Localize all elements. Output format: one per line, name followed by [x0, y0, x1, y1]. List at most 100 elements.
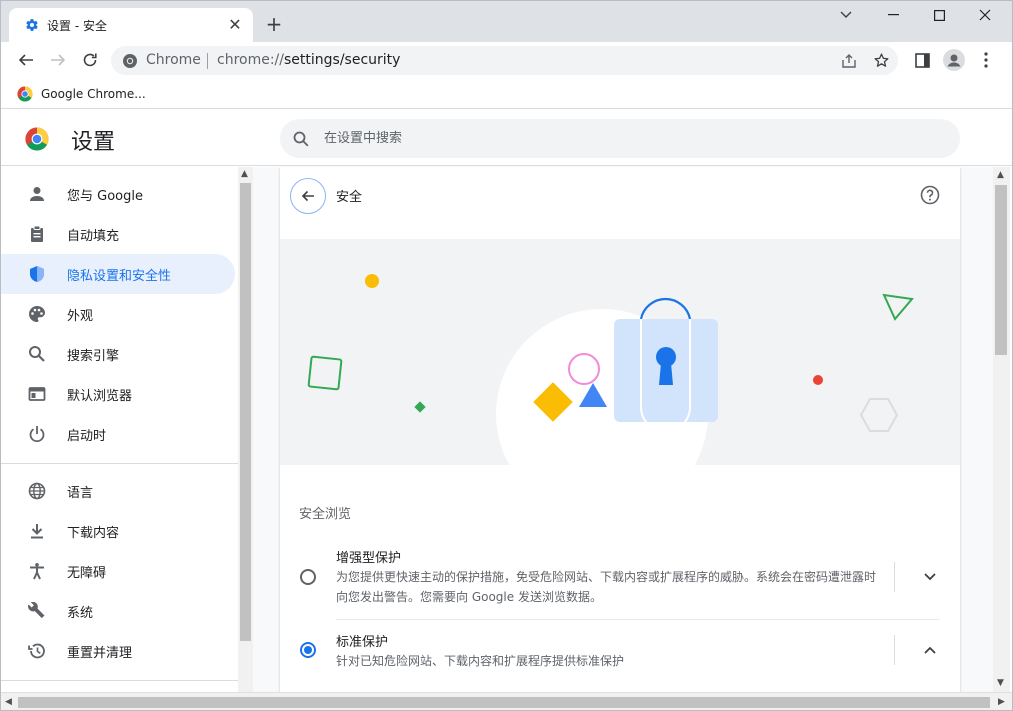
- sidebar-item-downloads[interactable]: 下载内容: [1, 511, 235, 551]
- scroll-down-icon[interactable]: ▼: [997, 678, 1004, 688]
- sidebar-item-accessibility[interactable]: 无障碍: [1, 551, 235, 591]
- sidebar-item-label: 语言: [67, 486, 94, 501]
- bookmark-item[interactable]: Google Chrome...: [17, 83, 146, 105]
- wrench-icon: [27, 601, 47, 621]
- horizontal-scrollbar[interactable]: ◀ ▶: [1, 692, 1012, 710]
- search-input[interactable]: [324, 119, 924, 158]
- collapse-tabs-button[interactable]: [823, 1, 869, 29]
- back-to-privacy-button[interactable]: [290, 178, 326, 214]
- shield-icon: [27, 264, 47, 284]
- expand-enhanced-button[interactable]: [918, 565, 942, 589]
- reload-icon: [83, 53, 97, 67]
- sidebar-item-label: 搜索引擎: [67, 349, 120, 364]
- toolbar: Chrome chrome://settings/security: [1, 42, 1012, 78]
- sidebar-item-label: 默认浏览器: [67, 389, 133, 404]
- tab-settings-security[interactable]: 设置 - 安全 ✕: [9, 8, 253, 42]
- scroll-left-icon[interactable]: ◀: [5, 697, 12, 707]
- option-separator: [894, 635, 895, 665]
- scroll-right-icon[interactable]: ▶: [998, 697, 1005, 707]
- more-vert-icon: [984, 52, 988, 68]
- forward-button[interactable]: [44, 46, 72, 74]
- bookmarks-bar: Google Chrome...: [1, 78, 1012, 109]
- accessibility-icon: [27, 561, 47, 581]
- sidebar-item-default-browser[interactable]: 默认浏览器: [1, 374, 235, 414]
- scroll-up-icon[interactable]: ▲: [241, 169, 248, 179]
- side-panel-button[interactable]: [908, 46, 936, 74]
- clipboard-icon: [27, 224, 47, 244]
- radio-standard[interactable]: [300, 642, 316, 658]
- globe-icon: [27, 481, 47, 501]
- omnibox-separator: [207, 53, 208, 69]
- sidebar-divider: [1, 680, 238, 681]
- settings-search[interactable]: [280, 119, 960, 158]
- collapse-standard-button[interactable]: [918, 638, 942, 662]
- sidebar-item-label: 下载内容: [67, 526, 120, 541]
- url-path: settings/security: [284, 52, 401, 68]
- sidebar-item-label: 隐私设置和安全性: [67, 269, 172, 284]
- option-title: 增强型保护: [336, 551, 402, 566]
- browser-icon: [27, 384, 47, 404]
- arrow-left-icon: [18, 54, 33, 66]
- maximize-button[interactable]: [916, 1, 962, 29]
- option-description: 为您提供更快速主动的保护措施，免受危险网站、下载内容或扩展程序的威胁。系统会在密…: [336, 570, 877, 604]
- option-title: 标准保护: [336, 635, 389, 650]
- arrow-left-icon: [301, 190, 314, 202]
- sidebar-item-appearance[interactable]: 外观: [1, 294, 235, 334]
- option-separator: [894, 562, 895, 592]
- sidebar-item-reset-cleanup[interactable]: 重置并清理: [1, 631, 235, 671]
- person-icon: [27, 184, 47, 204]
- sidebar-item-on-startup[interactable]: 启动时: [1, 414, 235, 454]
- sidebar-scrollbar-thumb[interactable]: [240, 183, 251, 641]
- sidebar-scrollbar[interactable]: ▲: [238, 167, 253, 692]
- sidebar: 您与 Google 自动填充 隐私设置和安全性 外观 搜索引擎 默认浏览器 启动…: [1, 167, 238, 692]
- sidebar-item-label: 外观: [67, 309, 94, 324]
- sidebar-item-system[interactable]: 系统: [1, 591, 235, 631]
- star-icon[interactable]: [873, 52, 890, 69]
- close-window-button[interactable]: [962, 1, 1008, 29]
- menu-button[interactable]: [972, 46, 1000, 74]
- radio-enhanced[interactable]: [300, 569, 316, 585]
- url-text: chrome://settings/security: [217, 52, 400, 68]
- gear-icon: [26, 19, 38, 31]
- sidebar-item-label: 重置并清理: [67, 646, 133, 661]
- page-title: 设置: [71, 130, 116, 155]
- tab-close-icon[interactable]: ✕: [225, 15, 245, 35]
- scroll-up-icon[interactable]: ▲: [997, 170, 1004, 180]
- option-description: 针对已知危险网站、下载内容和扩展程序提供标准保护: [336, 654, 625, 668]
- option-divider: [336, 619, 940, 620]
- option-standard-protection[interactable]: 标准保护 针对已知危险网站、下载内容和扩展程序提供标准保护: [280, 623, 960, 683]
- help-icon[interactable]: [920, 185, 940, 205]
- maximize-icon: [933, 9, 945, 21]
- back-button[interactable]: [12, 46, 40, 74]
- sidebar-item-label: 系统: [67, 606, 94, 621]
- sidebar-item-search-engine[interactable]: 搜索引擎: [1, 334, 235, 374]
- side-panel-icon: [914, 52, 930, 68]
- new-tab-button[interactable]: +: [263, 13, 285, 35]
- sidebar-item-label: 您与 Google: [67, 189, 143, 204]
- sidebar-item-you-and-google[interactable]: 您与 Google: [1, 174, 235, 214]
- sidebar-item-privacy-security[interactable]: 隐私设置和安全性: [1, 254, 235, 294]
- settings-header: 设置: [1, 110, 1012, 166]
- close-icon: [979, 9, 991, 21]
- share-icon[interactable]: [841, 53, 857, 69]
- chrome-logo-icon: [25, 127, 49, 151]
- sidebar-item-label: 启动时: [67, 429, 107, 444]
- profile-button[interactable]: [940, 46, 968, 74]
- option-enhanced-protection[interactable]: 增强型保护 为您提供更快速主动的保护措施，免受危险网站、下载内容或扩展程序的威胁…: [280, 539, 960, 619]
- minimize-button[interactable]: [870, 1, 916, 29]
- main-scrollbar[interactable]: ▲ ▼: [993, 167, 1010, 692]
- chevron-up-icon: [924, 646, 936, 654]
- section-title: 安全浏览: [299, 507, 352, 522]
- download-icon: [27, 521, 47, 541]
- horizontal-scrollbar-thumb[interactable]: [18, 697, 990, 708]
- address-bar[interactable]: Chrome chrome://settings/security: [111, 46, 898, 75]
- security-card: 安全 安全浏览 增强型保护 为您提供更快速主动的保护措施，免受危险网站、下载内容…: [280, 167, 960, 692]
- reload-button[interactable]: [76, 46, 104, 74]
- url-scheme: chrome://: [217, 52, 284, 68]
- chevron-down-icon: [840, 11, 852, 18]
- search-icon: [27, 344, 47, 364]
- sidebar-item-languages[interactable]: 语言: [1, 471, 235, 511]
- main-scrollbar-thumb[interactable]: [995, 185, 1007, 355]
- sidebar-item-autofill[interactable]: 自动填充: [1, 214, 235, 254]
- sidebar-item-label: 无障碍: [67, 566, 107, 581]
